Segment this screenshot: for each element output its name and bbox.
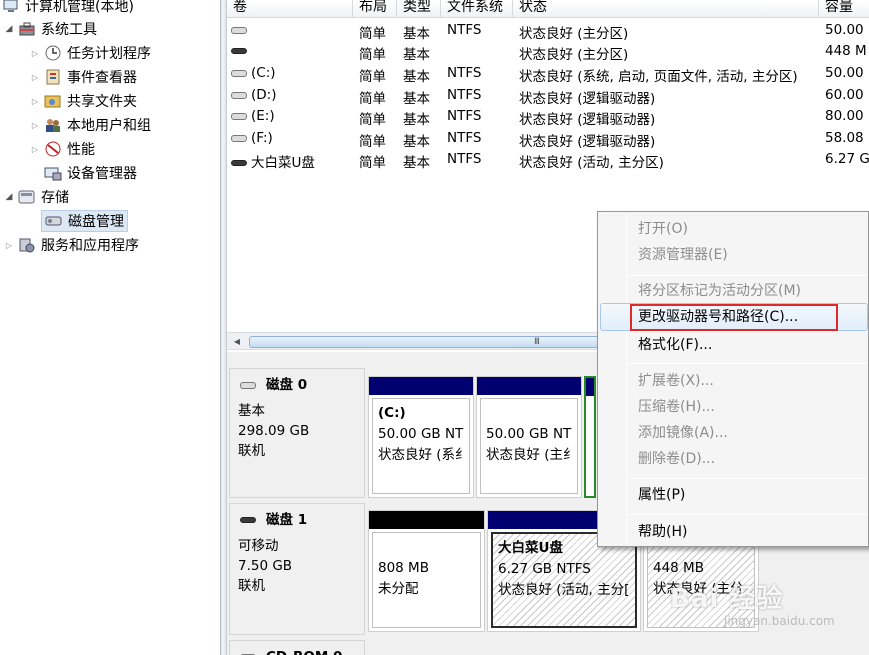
menu-item-extend-volume[interactable]: 扩展卷(X)... [638, 370, 714, 392]
cdrom-0-info[interactable]: CD-ROM 0 [229, 640, 365, 655]
collapsed-arrow-icon[interactable]: ▷ [30, 96, 40, 106]
tree-item-event-viewer[interactable]: ▷ 事件查看器 [30, 66, 137, 88]
volume-list-header: 卷 布局 类型 文件系统 状态 容量 [227, 0, 869, 18]
volume-row[interactable]: (F:) 简单 基本 NTFS 状态良好 (逻辑驱动器) 58.08 [227, 127, 869, 150]
tree-item-local-users-groups[interactable]: ▷ 本地用户和组 [30, 114, 151, 136]
tree-item-device-manager[interactable]: 设备管理器 [44, 162, 137, 184]
tree-item-disk-management[interactable]: 磁盘管理 [41, 210, 128, 232]
volume-row[interactable]: 简单 基本 NTFS 状态良好 (主分区) 50.00 [227, 19, 869, 42]
drive-icon [231, 134, 247, 142]
column-header-capacity[interactable]: 容量 [819, 0, 869, 18]
shared-folder-icon [44, 93, 62, 109]
usb-drive-icon [231, 160, 247, 166]
tree-item-system-tools[interactable]: ◢ 系统工具 [4, 18, 97, 40]
disk-icon [240, 381, 256, 389]
scroll-left-icon[interactable]: ◀ [230, 335, 244, 348]
column-header-filesystem[interactable]: 文件系统 [441, 0, 513, 18]
column-header-layout[interactable]: 布局 [353, 0, 397, 18]
navigation-tree: 计算机管理(本地) ◢ 系统工具 ▷ 任务计划程序 ▷ 事件查看器 ▷ 共享文件… [0, 0, 220, 655]
partition-bar [477, 377, 581, 395]
menu-item-open[interactable]: 打开(O) [638, 218, 688, 240]
tree-item-task-scheduler[interactable]: ▷ 任务计划程序 [30, 42, 151, 64]
volume-row[interactable]: 简单 基本 状态良好 (主分区) 448 M [227, 40, 869, 63]
collapsed-arrow-icon[interactable]: ▷ [30, 72, 40, 82]
partition-bar [369, 377, 473, 395]
disk-management-icon [45, 213, 63, 229]
partition-bar [586, 378, 594, 396]
expanded-arrow-icon[interactable]: ◢ [4, 192, 14, 202]
expanded-arrow-icon[interactable]: ◢ [4, 24, 14, 34]
drive-icon [231, 26, 247, 34]
removable-disk-icon [240, 517, 256, 523]
annotation-highlight-box [630, 304, 838, 331]
tree-item-services-applications[interactable]: ▷ 服务和应用程序 [4, 234, 139, 256]
menu-item-explorer[interactable]: 资源管理器(E) [638, 244, 728, 266]
collapsed-arrow-icon[interactable]: ▷ [30, 120, 40, 130]
event-viewer-icon [44, 69, 62, 85]
volume-row[interactable]: 大白菜U盘 简单 基本 NTFS 状态良好 (活动, 主分区) 6.27 G [227, 148, 869, 171]
menu-item-properties[interactable]: 属性(P) [638, 484, 685, 506]
computer-management-icon [2, 0, 20, 14]
volume-row[interactable]: (E:) 简单 基本 NTFS 状态良好 (逻辑驱动器) 80.00 [227, 105, 869, 128]
collapsed-arrow-icon[interactable]: ▷ [4, 240, 14, 250]
partition-primary[interactable]: 50.00 GB NT 状态良好 (主纟 [476, 376, 582, 498]
partition-logical[interactable] [584, 376, 596, 498]
menu-item-shrink-volume[interactable]: 压缩卷(H)... [638, 396, 715, 418]
users-icon [44, 117, 62, 133]
collapsed-arrow-icon[interactable]: ▷ [30, 48, 40, 58]
storage-icon [18, 189, 36, 205]
partition-unallocated[interactable]: 808 MB 未分配 [368, 510, 485, 632]
menu-separator [628, 275, 866, 276]
context-menu: 打开(O) 资源管理器(E) 将分区标记为活动分区(M) 更改驱动器号和路径(C… [597, 211, 869, 547]
watermark: Bai 经验 jingyan.baidu.com [670, 584, 835, 628]
tree-item-storage[interactable]: ◢ 存储 [4, 186, 69, 208]
menu-separator [628, 514, 866, 515]
collapsed-arrow-icon[interactable]: ▷ [30, 144, 40, 154]
tree-item-performance[interactable]: ▷ 性能 [30, 138, 95, 160]
menu-item-delete-volume[interactable]: 删除卷(D)... [638, 448, 715, 470]
menu-item-mark-active[interactable]: 将分区标记为活动分区(M) [638, 280, 801, 302]
disk-management-window: 计算机管理(本地) ◢ 系统工具 ▷ 任务计划程序 ▷ 事件查看器 ▷ 共享文件… [0, 0, 869, 655]
column-header-volume[interactable]: 卷 [227, 0, 353, 18]
unallocated-bar [369, 511, 484, 529]
volume-row[interactable]: (C:) 简单 基本 NTFS 状态良好 (系统, 启动, 页面文件, 活动, … [227, 62, 869, 85]
menu-separator [628, 363, 866, 364]
scrollbar-grip: III [534, 337, 540, 347]
column-header-type[interactable]: 类型 [397, 0, 441, 18]
clock-icon [44, 45, 62, 61]
disk-0-info[interactable]: 磁盘 0 基本 298.09 GB 联机 [229, 368, 365, 498]
tree-item-shared-folders[interactable]: ▷ 共享文件夹 [30, 90, 137, 112]
pane-splitter[interactable] [220, 0, 227, 655]
disk-1-info[interactable]: 磁盘 1 可移动 7.50 GB 联机 [229, 503, 365, 635]
drive-icon [231, 112, 247, 120]
menu-gutter [626, 214, 627, 544]
volume-row[interactable]: (D:) 简单 基本 NTFS 状态良好 (逻辑驱动器) 60.00 [227, 84, 869, 107]
menu-item-help[interactable]: 帮助(H) [638, 521, 687, 543]
partition-c[interactable]: (C:) 50.00 GB NT 状态良好 (系纟 [368, 376, 474, 498]
performance-icon [44, 141, 62, 157]
drive-icon [231, 91, 247, 99]
toolbox-icon [18, 21, 36, 37]
drive-icon [231, 48, 247, 54]
menu-item-add-mirror[interactable]: 添加镜像(A)... [638, 422, 728, 444]
menu-separator [628, 478, 866, 479]
tree-item-computer-management[interactable]: 计算机管理(本地) [2, 0, 134, 17]
device-manager-icon [44, 165, 62, 181]
drive-icon [231, 69, 247, 77]
menu-item-format[interactable]: 格式化(F)... [638, 334, 712, 356]
services-icon [18, 237, 36, 253]
column-header-status[interactable]: 状态 [513, 0, 819, 18]
